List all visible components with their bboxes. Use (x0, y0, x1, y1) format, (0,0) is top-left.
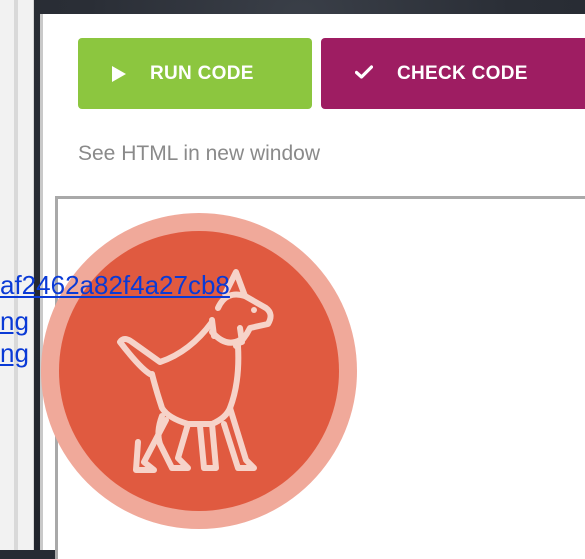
output-link[interactable]: ng (0, 306, 29, 336)
check-code-label: CHECK CODE (397, 62, 528, 84)
checkmark-icon (354, 63, 374, 85)
check-code-button[interactable]: CHECK CODE (321, 38, 585, 109)
run-code-label: RUN CODE (150, 62, 254, 84)
dog-icon (41, 213, 357, 529)
output-link[interactable]: ng (0, 338, 29, 368)
see-html-new-window-link[interactable]: See HTML in new window (78, 142, 320, 166)
play-icon (112, 65, 126, 82)
run-code-button[interactable]: RUN CODE (78, 38, 312, 109)
output-link[interactable]: af2462a82f4a27cb8 (0, 270, 230, 300)
